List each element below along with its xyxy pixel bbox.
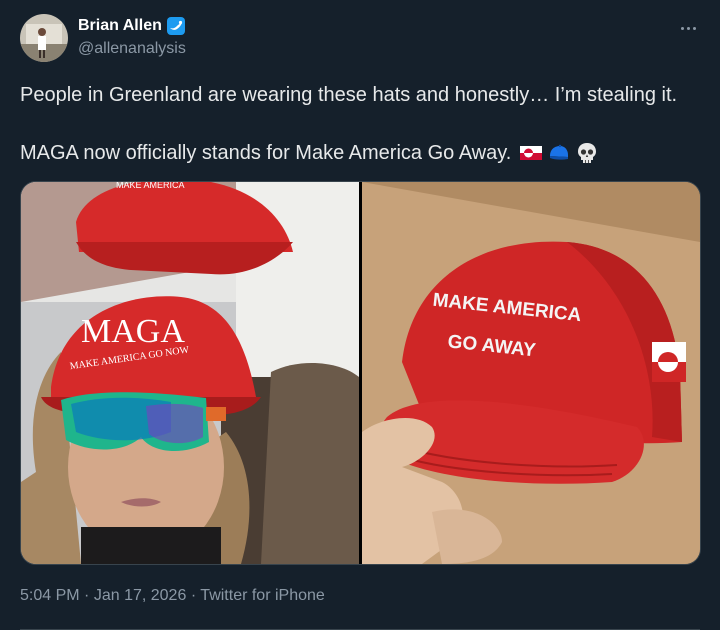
tweet-text-line-1: People in Greenland are wearing these ha… (20, 84, 678, 106)
tweet-text-line-2: MAGA now officially stands for Make Amer… (20, 141, 512, 164)
tweet-meta: 5:04 PM · Jan 17, 2026 · Twitter for iPh… (20, 587, 325, 605)
greenland-flag-icon (519, 141, 543, 165)
photo-selfie-maga-hat[interactable]: MAKE AMERICA MAGA MAKE AMERICA GO NOW (21, 182, 359, 564)
tweet-date[interactable]: Jan 17, 2026 (94, 587, 187, 604)
more-options-icon[interactable] (672, 18, 704, 38)
svg-text:MAKE AMERICA: MAKE AMERICA (116, 182, 185, 190)
tweet: Brian Allen @allenanalysis People in Gre… (0, 0, 720, 630)
dot (692, 26, 696, 30)
left-hat-big-text: MAGA (81, 313, 185, 350)
photo-go-away-hat[interactable]: MAKE AMERICA GO AWAY (362, 182, 700, 564)
dot (680, 26, 684, 30)
meta-separator: · (84, 587, 90, 604)
media-grid: MAKE AMERICA MAGA MAKE AMERICA GO NOW MA… (20, 181, 701, 565)
tweet-time[interactable]: 5:04 PM (20, 587, 80, 604)
dot (686, 26, 690, 30)
meta-separator: · (190, 587, 197, 604)
author-display-name[interactable]: Brian Allen (78, 17, 162, 35)
author-handle[interactable]: @allenanalysis (78, 40, 186, 58)
verified-badge-icon (166, 16, 186, 36)
tweet-text-line-2-row: MAGA now officially stands for Make Amer… (20, 141, 599, 165)
tweet-source[interactable]: Twitter for iPhone (200, 587, 325, 604)
avatar[interactable] (20, 14, 68, 62)
skull-icon (575, 141, 599, 165)
author-name-row: Brian Allen (78, 16, 186, 36)
blue-cap-icon (547, 141, 571, 165)
